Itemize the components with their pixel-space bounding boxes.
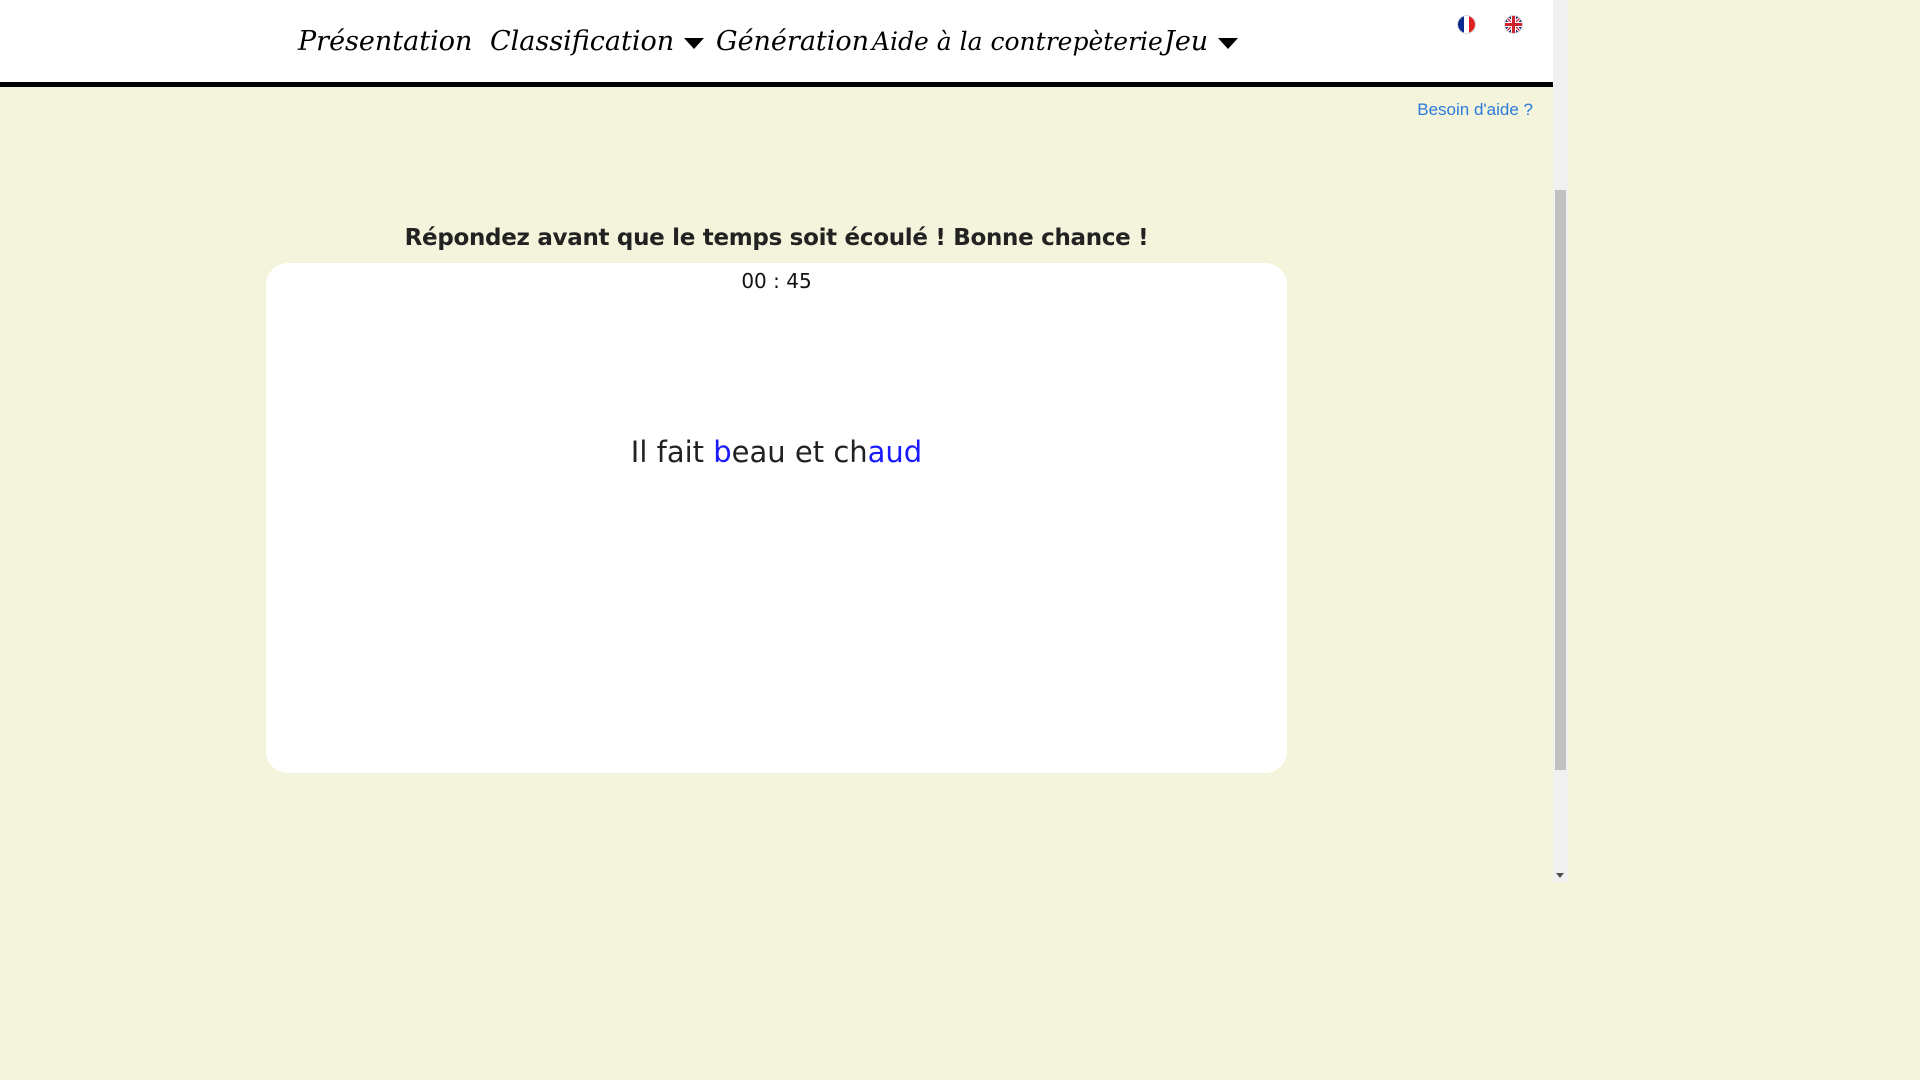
nav-presentation[interactable]: Présentation bbox=[298, 18, 472, 64]
nav-jeu-dropdown[interactable]: Jeu bbox=[1164, 18, 1239, 64]
page-scrollbar[interactable] bbox=[1553, 0, 1568, 882]
phrase-highlight: b bbox=[713, 435, 732, 469]
nav-classification-label: Classification bbox=[490, 25, 675, 57]
scroll-down-arrow-icon[interactable] bbox=[1556, 873, 1564, 878]
phrase-segment: eau et ch bbox=[731, 435, 868, 469]
contrepeterie-phrase: Il fait beau et chaud bbox=[266, 435, 1287, 469]
game-card: 00 : 45 Il fait beau et chaud bbox=[266, 263, 1287, 773]
nav-jeu-label: Jeu bbox=[1164, 25, 1209, 57]
uk-flag-icon[interactable] bbox=[1505, 16, 1522, 33]
nav-presentation-label: Présentation bbox=[298, 25, 473, 57]
nav-generation[interactable]: Génération bbox=[716, 18, 869, 64]
nav-aide-contrepeterie[interactable]: Aide à la contrepèterie bbox=[872, 18, 1163, 64]
phrase-highlight: aud bbox=[867, 435, 923, 469]
top-navbar: Présentation Classification Génération A… bbox=[0, 0, 1553, 87]
help-link[interactable]: Besoin d'aide ? bbox=[1417, 100, 1533, 120]
chevron-down-icon bbox=[1218, 37, 1239, 49]
game-instruction: Répondez avant que le temps soit écoulé … bbox=[404, 225, 1149, 251]
nav-generation-label: Génération bbox=[716, 25, 870, 57]
countdown-timer: 00 : 45 bbox=[741, 269, 812, 293]
nav-aide-contrepeterie-label: Aide à la contrepèterie bbox=[872, 26, 1163, 56]
nav-classification-dropdown[interactable]: Classification bbox=[490, 18, 705, 64]
chevron-down-icon bbox=[684, 37, 705, 49]
french-flag-icon[interactable] bbox=[1458, 16, 1475, 33]
phrase-segment: Il fait bbox=[630, 435, 714, 469]
scrollbar-thumb[interactable] bbox=[1555, 190, 1566, 770]
